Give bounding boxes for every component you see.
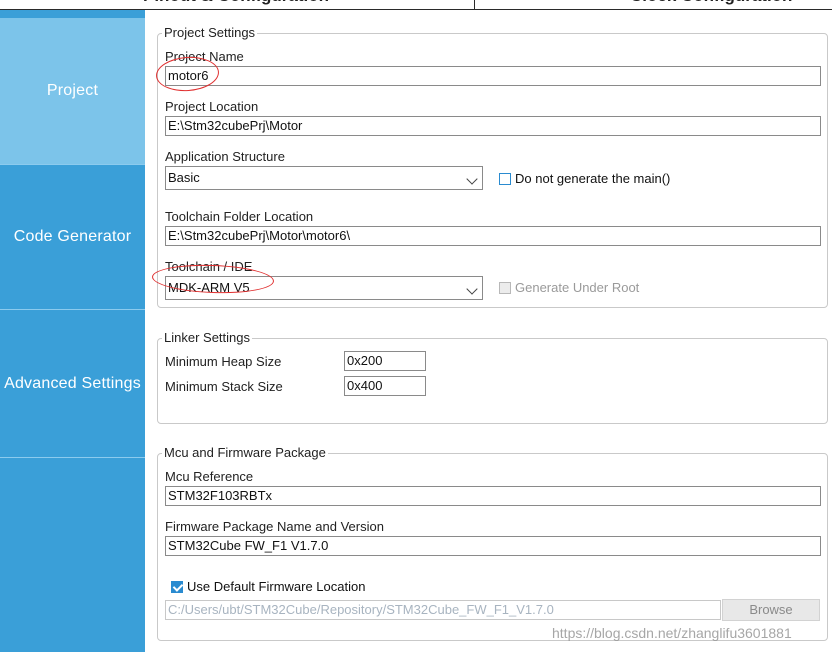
- project-name-input[interactable]: motor6: [165, 66, 821, 86]
- sidebar-item-project[interactable]: Project: [0, 18, 145, 164]
- toolchain-folder-label: Toolchain Folder Location: [165, 209, 314, 224]
- linker-settings-panel: Linker Settings Minimum Heap Size 0x200 …: [157, 330, 828, 424]
- sidebar-divider: [0, 457, 145, 458]
- watermark: https://blog.csdn.net/zhanglifu3601881: [552, 625, 792, 641]
- toolchain-folder-input[interactable]: E:\Stm32cubePrj\Motor\motor6\: [165, 226, 821, 246]
- min-heap-input[interactable]: 0x200: [344, 351, 426, 371]
- no-main-checkbox[interactable]: [499, 173, 511, 185]
- linker-settings-legend: Linker Settings: [162, 330, 252, 345]
- use-default-location-label: Use Default Firmware Location: [187, 579, 366, 594]
- chevron-down-icon: [466, 173, 478, 185]
- firmware-package-label: Firmware Package Name and Version: [165, 519, 384, 534]
- browse-button[interactable]: Browse: [722, 599, 820, 621]
- project-location-input[interactable]: E:\Stm32cubePrj\Motor: [165, 116, 821, 136]
- generate-under-root-checkbox[interactable]: [499, 282, 511, 294]
- mcu-firmware-panel: Mcu and Firmware Package Mcu Reference S…: [157, 445, 828, 641]
- firmware-location-input[interactable]: C:/Users/ubt/STM32Cube/Repository/STM32C…: [165, 600, 721, 620]
- min-stack-label: Minimum Stack Size: [165, 379, 283, 394]
- mcu-firmware-legend: Mcu and Firmware Package: [162, 445, 328, 460]
- application-structure-value: Basic: [168, 170, 200, 185]
- top-tab-bar: Pinout & Configuration Clock Configurati…: [0, 0, 832, 10]
- sidebar-item-advanced-settings[interactable]: Advanced Settings: [0, 310, 145, 457]
- sidebar: Project Code Generator Advanced Settings: [0, 10, 145, 652]
- application-structure-label: Application Structure: [165, 149, 285, 164]
- min-heap-label: Minimum Heap Size: [165, 354, 282, 369]
- min-stack-input[interactable]: 0x400: [344, 376, 426, 396]
- sidebar-item-code-generator[interactable]: Code Generator: [0, 165, 145, 309]
- use-default-location-checkbox[interactable]: [171, 581, 183, 593]
- no-main-label: Do not generate the main(): [515, 171, 671, 186]
- firmware-package-input[interactable]: STM32Cube FW_F1 V1.7.0: [165, 536, 821, 556]
- project-settings-legend: Project Settings: [162, 25, 258, 40]
- project-location-label: Project Location: [165, 99, 259, 114]
- generate-under-root-label: Generate Under Root: [515, 280, 640, 295]
- project-settings-panel: Project Settings Project Name motor6 Pro…: [157, 25, 828, 308]
- mcu-reference-label: Mcu Reference: [165, 469, 254, 484]
- chevron-down-icon: [466, 283, 478, 295]
- application-structure-select[interactable]: Basic: [165, 166, 483, 190]
- mcu-reference-input[interactable]: STM32F103RBTx: [165, 486, 821, 506]
